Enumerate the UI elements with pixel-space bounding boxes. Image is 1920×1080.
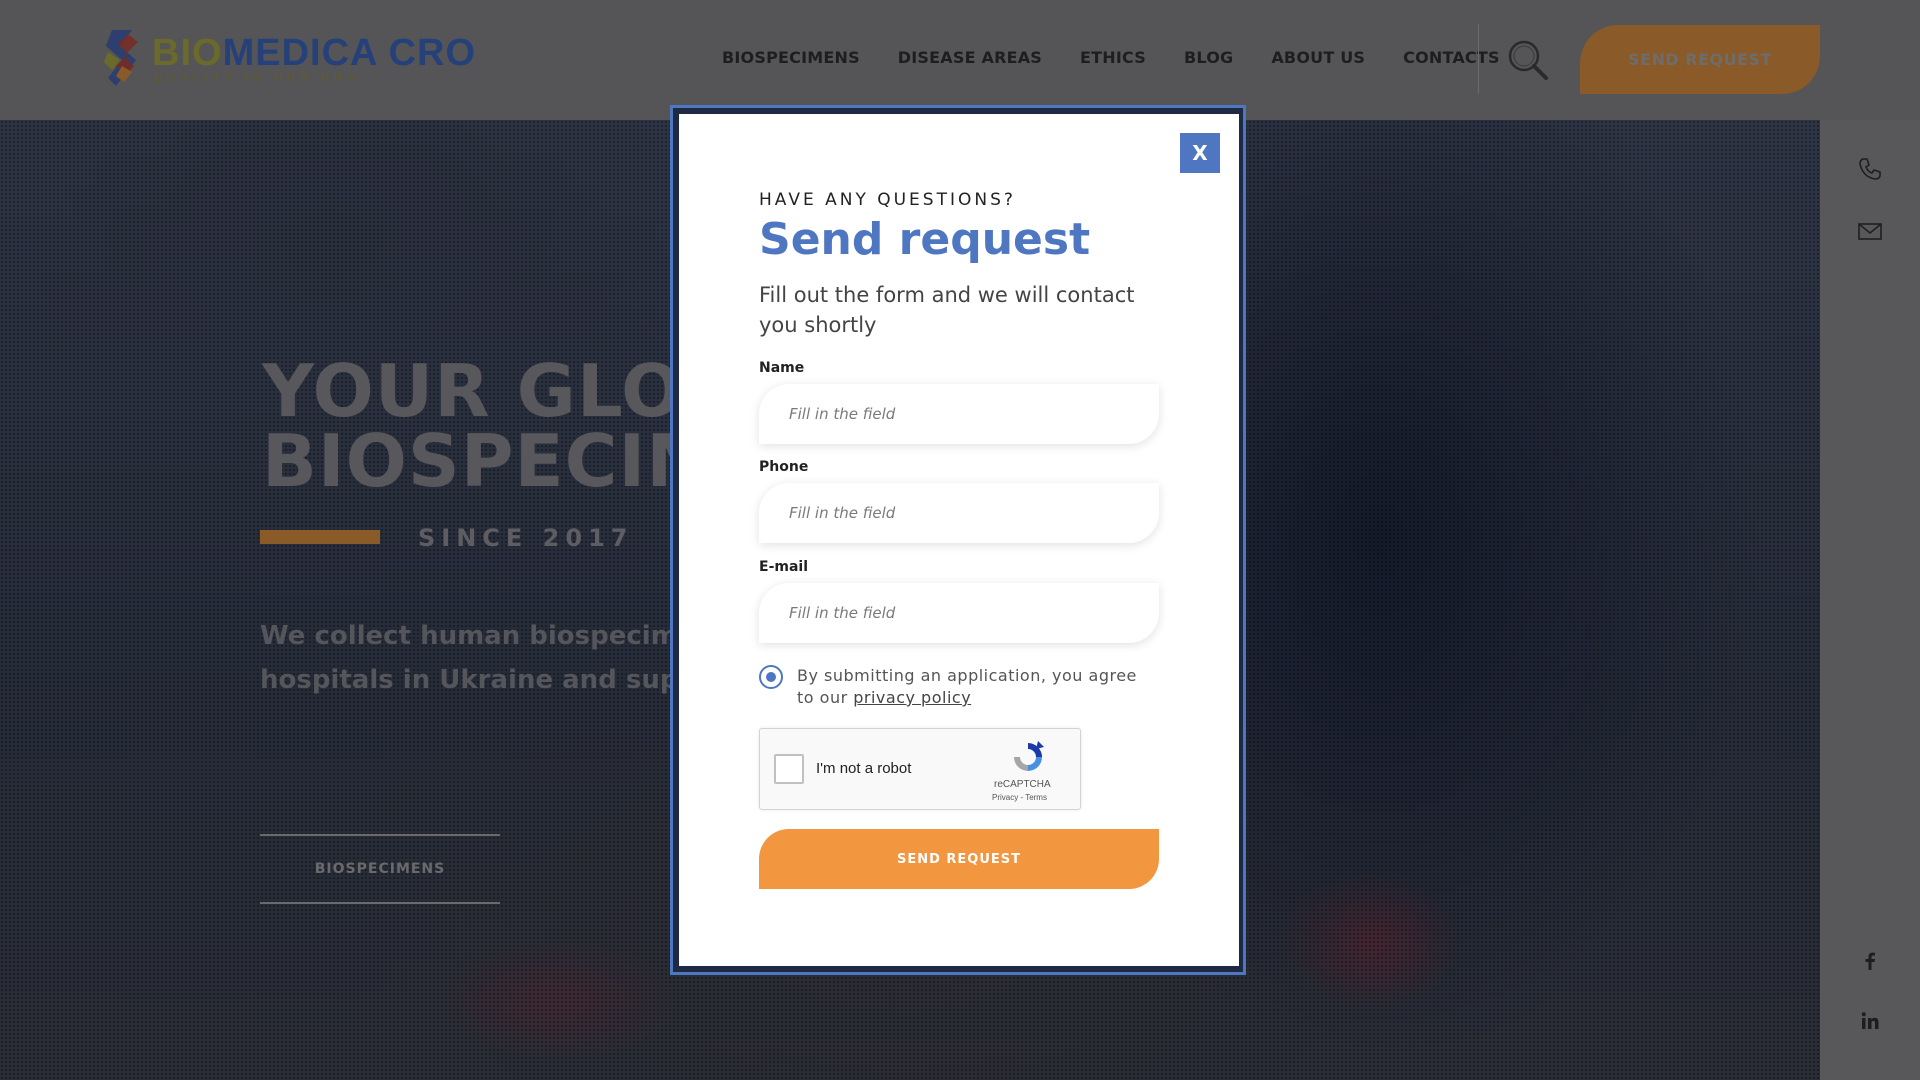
- email-label: E-mail: [759, 559, 809, 575]
- nav-item-biospecimens[interactable]: BIOSPECIMENS: [722, 48, 860, 67]
- hero-biospecimens-button[interactable]: BIOSPECIMENS: [260, 834, 500, 904]
- logo-tagline: QUALITY IS OUR DNA: [154, 72, 360, 84]
- name-label: Name: [759, 360, 805, 376]
- nav-divider: [1478, 24, 1479, 94]
- search-icon[interactable]: [1506, 38, 1550, 82]
- modal-subtitle: Fill out the form and we will contact yo…: [759, 283, 1135, 337]
- recaptcha-label: I'm not a robot: [816, 760, 912, 777]
- hero-since: SINCE 2017: [418, 524, 634, 552]
- logo-text: BIOMEDICA CRO: [152, 32, 477, 74]
- modal-send-request-button[interactable]: SEND REQUEST: [759, 829, 1159, 889]
- right-rail: [1820, 120, 1920, 1080]
- mail-icon[interactable]: [1857, 218, 1883, 244]
- name-field[interactable]: [759, 384, 1159, 444]
- modal-title: Send request: [759, 214, 1091, 265]
- linkedin-icon[interactable]: [1857, 1008, 1883, 1034]
- main-nav: BIOSPECIMENS DISEASE AREAS ETHICS BLOG A…: [722, 48, 1538, 67]
- privacy-policy-link[interactable]: privacy policy: [853, 688, 971, 707]
- modal-eyebrow: HAVE ANY QUESTIONS?: [759, 190, 1016, 210]
- recaptcha-checkbox[interactable]: [774, 754, 804, 784]
- send-request-modal: X HAVE ANY QUESTIONS? Send request Fill …: [679, 114, 1239, 966]
- header-send-request-button[interactable]: SEND REQUEST: [1580, 25, 1820, 94]
- privacy-consent-radio[interactable]: [759, 665, 783, 689]
- nav-item-about-us[interactable]: ABOUT US: [1271, 48, 1365, 67]
- recaptcha-links[interactable]: Privacy - Terms: [992, 793, 1047, 802]
- modal-close-button[interactable]: X: [1180, 133, 1220, 173]
- recaptcha-brand: reCAPTCHA: [994, 779, 1051, 790]
- logo[interactable]: BIOMEDICA CRO QUALITY IS OUR DNA: [98, 26, 475, 92]
- email-field[interactable]: [759, 583, 1159, 643]
- nav-item-blog[interactable]: BLOG: [1184, 48, 1233, 67]
- recaptcha-widget: I'm not a robot reCAPTCHA Privacy - Term…: [759, 728, 1081, 810]
- recaptcha-logo-icon: [1014, 741, 1044, 771]
- nav-item-contacts[interactable]: CONTACTS: [1403, 48, 1500, 67]
- phone-label: Phone: [759, 459, 809, 475]
- site-header: BIOMEDICA CRO QUALITY IS OUR DNA BIOSPEC…: [0, 0, 1920, 120]
- privacy-consent-text: By submitting an application, you agree …: [797, 665, 1157, 709]
- facebook-icon[interactable]: [1857, 948, 1883, 974]
- logo-mark-icon: [104, 30, 138, 86]
- nav-item-ethics[interactable]: ETHICS: [1080, 48, 1146, 67]
- nav-item-disease-areas[interactable]: DISEASE AREAS: [898, 48, 1042, 67]
- hero-accent-bar: [260, 530, 380, 544]
- phone-field[interactable]: [759, 483, 1159, 543]
- phone-icon[interactable]: [1857, 156, 1883, 182]
